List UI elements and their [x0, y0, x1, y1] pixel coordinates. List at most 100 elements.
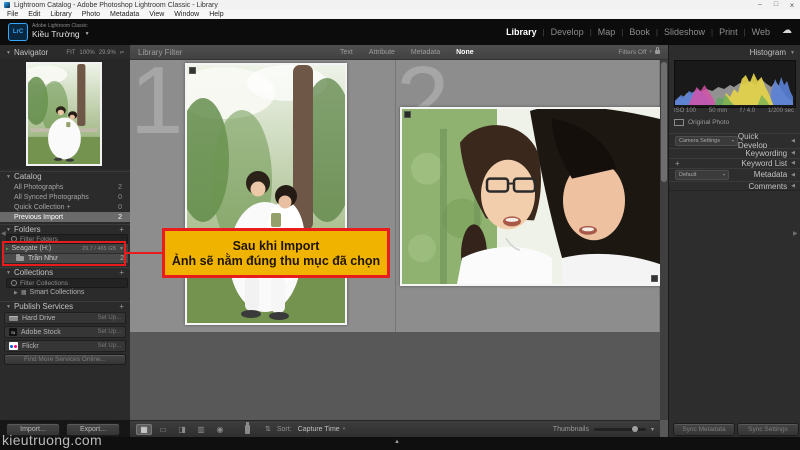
lock-icon[interactable]: [655, 47, 660, 54]
sync-settings-label: Sync Settings: [748, 426, 788, 433]
menu-metadata[interactable]: Metadata: [105, 11, 144, 18]
filter-tab-none[interactable]: None: [456, 49, 474, 56]
keyword-list-header[interactable]: + Keyword List ◀: [669, 158, 800, 168]
module-book[interactable]: Book: [629, 27, 650, 37]
catalog-item-previous-import[interactable]: Previous Import 2: [0, 212, 130, 222]
catalog-item-quick-collection[interactable]: Quick Collection + 0: [0, 202, 130, 212]
filters-off-dropdown[interactable]: Filters Off: [618, 49, 646, 56]
grid-toolbar: ▦ ▭ ◨ ▥ ◉ ⇅ Sort: Capture Time ▾ Thumbna…: [130, 420, 660, 437]
photo-badge-icon[interactable]: [404, 111, 411, 118]
add-collection-button[interactable]: +: [119, 268, 124, 277]
menu-edit[interactable]: Edit: [23, 11, 45, 18]
filter-tab-attribute[interactable]: Attribute: [369, 49, 395, 56]
nav-zoom-100[interactable]: 100%: [79, 50, 94, 56]
collapse-triangle-icon: ▼: [6, 303, 11, 310]
original-photo-label: Original Photo: [688, 119, 730, 126]
module-web[interactable]: Web: [752, 27, 770, 37]
menu-library[interactable]: Library: [45, 11, 76, 18]
dropdown-chevron-icon: ▾: [722, 172, 725, 177]
painter-tool-icon[interactable]: [245, 421, 250, 434]
service-setup-link[interactable]: Set Up...: [98, 343, 121, 349]
filmstrip-reveal-arrow-icon[interactable]: ▲: [394, 439, 400, 445]
quick-develop-header[interactable]: Camera Settings ▾ Quick Develop ◀: [669, 132, 800, 150]
sync-metadata-button[interactable]: Sync Metadata: [673, 423, 735, 436]
menu-help[interactable]: Help: [204, 11, 228, 18]
photo-thumbnail-1[interactable]: [175, 63, 355, 325]
menu-photo[interactable]: Photo: [77, 11, 105, 18]
catalog-name[interactable]: Kiều Trường: [32, 29, 80, 39]
menu-view[interactable]: View: [144, 11, 169, 18]
comments-header[interactable]: Comments ◀: [669, 181, 800, 191]
module-slideshow[interactable]: Slideshow: [664, 27, 705, 37]
stat-aperture: f / 4.0: [740, 108, 756, 114]
people-view-icon[interactable]: ◉: [212, 424, 228, 435]
adobe-stock-icon: St: [9, 328, 17, 336]
metadata-header[interactable]: Default ▾ Metadata ◀: [669, 168, 800, 180]
expand-triangle-icon[interactable]: ▶: [14, 290, 18, 296]
catalog-item-all-synced[interactable]: All Synced Photographs 0: [0, 192, 130, 202]
histogram-title: Histogram: [749, 48, 787, 57]
histogram-header[interactable]: Histogram ▼: [669, 47, 800, 58]
service-setup-link[interactable]: Set Up...: [98, 315, 121, 321]
keywording-header[interactable]: Keywording ◀: [669, 148, 800, 158]
left-panel-collapse-icon[interactable]: ◀: [1, 230, 6, 237]
grid-scrollbar[interactable]: [660, 60, 668, 420]
filter-collections-input[interactable]: Filter Collections: [6, 278, 128, 288]
cloud-sync-icon[interactable]: ☁: [782, 25, 792, 36]
publish-service-hard-drive[interactable]: Hard Drive Set Up...: [4, 312, 126, 324]
module-library[interactable]: Library: [506, 27, 537, 37]
sort-label: Sort:: [276, 425, 292, 433]
publish-service-flickr[interactable]: Flickr Set Up...: [4, 340, 126, 352]
camera-settings-dropdown[interactable]: Camera Settings ▾: [675, 135, 738, 146]
filter-tab-text[interactable]: Text: [340, 49, 353, 56]
thumbnail-size-slider[interactable]: [593, 425, 646, 432]
identity-chevron-icon[interactable]: ▼: [85, 31, 90, 37]
add-keyword-button[interactable]: +: [675, 159, 680, 168]
photo-badge-icon[interactable]: [189, 67, 196, 74]
panel-expand-icon: ◀: [791, 150, 795, 156]
annotation-line-1: Sau khi Import: [232, 238, 320, 253]
toolbar-options-chevron-icon[interactable]: ▾: [651, 426, 654, 433]
collection-item-smart-collections[interactable]: ▶ ▦ Smart Collections: [2, 288, 128, 297]
folders-header[interactable]: ▼ Folders +: [0, 224, 130, 234]
sync-settings-button[interactable]: Sync Settings: [737, 423, 799, 436]
compare-view-icon[interactable]: ◨: [174, 424, 190, 435]
close-button[interactable]: ×: [784, 1, 800, 10]
module-print[interactable]: Print: [719, 27, 738, 37]
catalog-item-all-photographs[interactable]: All Photographs 2: [0, 182, 130, 192]
sort-criteria-dropdown[interactable]: Capture Time: [298, 426, 340, 433]
navigator-preview-photo[interactable]: [26, 62, 102, 166]
maximize-button[interactable]: □: [768, 1, 784, 10]
watermark: kieutruong.com: [2, 432, 102, 448]
service-name: Adobe Stock: [21, 328, 61, 336]
find-more-services-button[interactable]: Find More Services Online...: [4, 354, 126, 365]
publish-service-adobe-stock[interactable]: St Adobe Stock Set Up...: [4, 326, 126, 338]
metadata-preset-dropdown[interactable]: Default ▾: [675, 169, 729, 180]
catalog-header[interactable]: ▼ Catalog: [0, 171, 130, 181]
navigator-header[interactable]: ▼ Navigator FIT 100% 29.9% ⇄: [0, 47, 130, 58]
sort-direction-icon[interactable]: ⇅: [265, 425, 271, 433]
menu-file[interactable]: File: [2, 11, 23, 18]
scrollbar-thumb[interactable]: [661, 62, 667, 182]
add-publish-service-button[interactable]: +: [119, 302, 124, 311]
minimize-button[interactable]: –: [752, 1, 768, 10]
publish-services-header[interactable]: ▼ Publish Services +: [0, 301, 130, 311]
nav-zoom-fit[interactable]: FIT: [66, 50, 75, 56]
histogram-chart[interactable]: [674, 60, 796, 108]
add-folder-button[interactable]: +: [119, 225, 124, 234]
service-name: Flickr: [22, 342, 39, 350]
collections-header[interactable]: ▼ Collections +: [0, 267, 130, 277]
nav-zoom-ratio[interactable]: 29.9%: [99, 50, 116, 56]
photo-badge-icon[interactable]: [651, 275, 658, 282]
survey-view-icon[interactable]: ▥: [193, 424, 209, 435]
menu-window[interactable]: Window: [169, 11, 204, 18]
photo-thumbnail-2[interactable]: [400, 106, 662, 286]
nav-zoom-swap-icon[interactable]: ⇄: [120, 50, 124, 56]
service-setup-link[interactable]: Set Up...: [98, 329, 121, 335]
grid-view-icon[interactable]: ▦: [136, 423, 152, 435]
module-develop[interactable]: Develop: [551, 27, 584, 37]
original-photo-row: Original Photo: [674, 119, 729, 126]
module-map[interactable]: Map: [598, 27, 616, 37]
loupe-view-icon[interactable]: ▭: [155, 424, 171, 435]
right-panel-collapse-icon[interactable]: ▶: [793, 230, 798, 237]
